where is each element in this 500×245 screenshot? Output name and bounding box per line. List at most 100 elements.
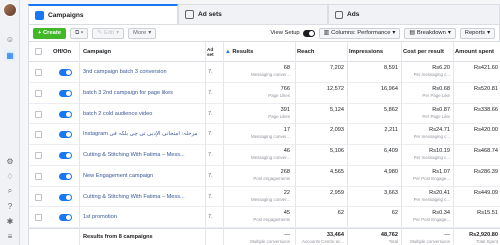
chevron-down-icon: ▾	[447, 30, 451, 36]
col-results-label: Results	[232, 48, 254, 55]
divider	[347, 42, 348, 245]
campaign-name-link[interactable]: New Engagement campaign	[83, 173, 203, 179]
row-checkbox[interactable]	[35, 193, 42, 201]
more-button[interactable]: More ▾	[128, 27, 157, 39]
campaign-toggle[interactable]	[59, 131, 72, 139]
results-value: 391	[280, 106, 290, 113]
campaign-toggle[interactable]	[59, 193, 72, 201]
tab-ads[interactable]: Ads	[328, 4, 500, 24]
footer-label-cell: Results from 8 campaigns	[83, 229, 203, 245]
reports-button[interactable]: Reports ▾	[459, 27, 495, 39]
campaign-toggle[interactable]	[59, 89, 72, 97]
cost-type: Per messaging c...	[413, 134, 450, 140]
campaign-toggle[interactable]	[59, 110, 72, 118]
row-checkbox[interactable]	[35, 214, 42, 222]
table-header: Off/On Campaign Ad set ▲ Results Reach I…	[29, 42, 500, 62]
amount-value: Rs449.09	[474, 189, 498, 196]
help-icon[interactable]: ?	[4, 200, 16, 212]
grid-icon[interactable]: ▦	[4, 49, 16, 61]
amount-cell: Rs468.74	[455, 145, 500, 165]
results-value: 766	[280, 85, 290, 92]
grid-icon	[185, 10, 194, 19]
cost-type: Per Post Engage...	[413, 217, 450, 223]
col-impressions[interactable]: Impressions	[349, 42, 401, 61]
col-results[interactable]: ▲ Results	[225, 42, 293, 61]
tab-campaigns[interactable]: Campaigns	[28, 4, 178, 24]
cost-cell: Rs24.71 Per messaging c...	[403, 124, 453, 144]
amount-cell: Rs449.09	[455, 187, 500, 207]
list-icon[interactable]: ≡	[4, 230, 16, 242]
campaign-name-link[interactable]: Cutting & Stitching With Fatima – Mess..…	[83, 152, 203, 158]
col-offon[interactable]: Off/On	[53, 42, 77, 61]
columns-icon: ▥	[323, 30, 330, 36]
campaign-name-link[interactable]: 1st promotion	[83, 214, 203, 220]
row-checkbox[interactable]	[35, 69, 42, 76]
edit-button[interactable]: ✎ Edit ▾	[92, 27, 125, 39]
cost-value: Rs0.34	[432, 210, 450, 217]
row-checkbox[interactable]	[35, 172, 42, 180]
footer-amount-sub: Total Spent	[476, 239, 498, 244]
duplicate-button[interactable]: ⧉ ▾	[70, 27, 89, 39]
impressions-value: 6,409	[384, 148, 398, 154]
results-type: Messaging conver...	[250, 72, 290, 77]
col-amount[interactable]: Amount spent	[455, 42, 500, 61]
results-value: 22	[283, 189, 290, 196]
ad-set-cell: 7.	[207, 62, 223, 82]
campaign-toggle[interactable]	[59, 69, 72, 76]
footer-reach-value: 33,464	[326, 232, 344, 238]
cost-cell: Rs6.20 Per messaging c...	[403, 62, 453, 82]
campaign-name-link[interactable]: Instagram مرحلہ: امتحانی الإدبی تی چی بل…	[83, 131, 203, 137]
table-row[interactable]: 1st promotion 7. 45 Post engagements 62 62 Rs0…	[29, 207, 500, 228]
view-setup-toggle[interactable]	[302, 29, 315, 37]
row-checkbox[interactable]	[35, 131, 42, 139]
campaign-toggle[interactable]	[59, 172, 72, 180]
table-row[interactable]: Cutting & Stitching With Fatima – Mess..…	[29, 145, 500, 166]
ad-set-value: 7.	[208, 89, 213, 96]
campaign-name-link[interactable]: batch 3 2nd campaign for page likes	[83, 90, 203, 96]
table-row[interactable]: New Engagement campaign 7. 268 Post engagem…	[29, 166, 500, 187]
search-icon[interactable]: ⌕	[4, 185, 16, 197]
reach-cell: 62	[297, 207, 347, 227]
table-row[interactable]: 3nd campaign batch 3 conversion 7. 68 Messa…	[29, 62, 500, 83]
col-reach[interactable]: Reach	[297, 42, 347, 61]
campaign-name-link[interactable]: 3nd campaign batch 3 conversion	[83, 69, 203, 75]
col-ad-set[interactable]: Ad set	[207, 42, 221, 61]
campaign-name-link[interactable]: batch 2 cold audience video	[83, 111, 203, 117]
select-all-checkbox[interactable]	[35, 48, 42, 55]
campaign-name-link[interactable]: Cutting & Stitching With Fatima – Mess..…	[83, 194, 203, 200]
col-campaign[interactable]: Campaign	[83, 42, 203, 61]
gear-icon[interactable]: ⚙	[4, 155, 16, 167]
cost-cell: Rs1.07 Per Post Engage...	[403, 166, 453, 186]
ad-set-value: 7.	[208, 131, 213, 138]
tab-ad-sets[interactable]: Ad sets	[178, 4, 328, 24]
create-button[interactable]: + Create	[33, 27, 67, 39]
cost-cell: Rs0.34 Per Post Engage...	[403, 207, 453, 227]
account-avatar[interactable]	[3, 3, 17, 17]
table-row[interactable]: Instagram مرحلہ: امتحانی الإدبی تی چی بل…	[29, 124, 500, 145]
smile-icon[interactable]: ☺	[4, 33, 16, 45]
pencil-icon: ✎	[97, 30, 103, 36]
bug-icon[interactable]: ✱	[4, 215, 16, 227]
campaign-toggle[interactable]	[59, 214, 72, 222]
table-row[interactable]: batch 3 2nd campaign for page likes 7. 766…	[29, 83, 500, 104]
ad-set-cell: 7.	[207, 166, 223, 186]
results-type: Post engagements	[253, 175, 290, 181]
impressions-cell: 2,211	[349, 124, 401, 144]
reach-cell: 2,959	[297, 187, 347, 207]
campaign-toggle[interactable]	[59, 152, 72, 159]
table-row[interactable]: Cutting & Stitching With Fatima – Mess..…	[29, 187, 500, 208]
breakdown-button[interactable]: ▤ Breakdown ▾	[404, 27, 456, 39]
columns-button[interactable]: ▥ Columns: Performance ▾	[318, 27, 401, 39]
toolbar: + Create ⧉ ▾ ✎ Edit ▾ More ▾ View Setup ▥ Co…	[28, 24, 500, 42]
row-checkbox[interactable]	[35, 152, 42, 159]
footer-cost: — Multiple conversions	[403, 229, 453, 245]
table-row[interactable]: batch 2 cold audience video 7. 391 Page Lik…	[29, 104, 500, 125]
footer-impressions-sub: Total	[388, 239, 398, 244]
amount-cell: Rs15.51	[455, 207, 500, 227]
row-checkbox[interactable]	[35, 110, 42, 118]
col-cost[interactable]: Cost per result	[403, 42, 453, 61]
bell-icon[interactable]: ♢	[4, 170, 16, 182]
row-checkbox[interactable]	[35, 89, 42, 97]
results-cell: 68 Messaging conver...	[225, 62, 293, 82]
footer-label: Results from 8 campaigns	[83, 234, 153, 240]
